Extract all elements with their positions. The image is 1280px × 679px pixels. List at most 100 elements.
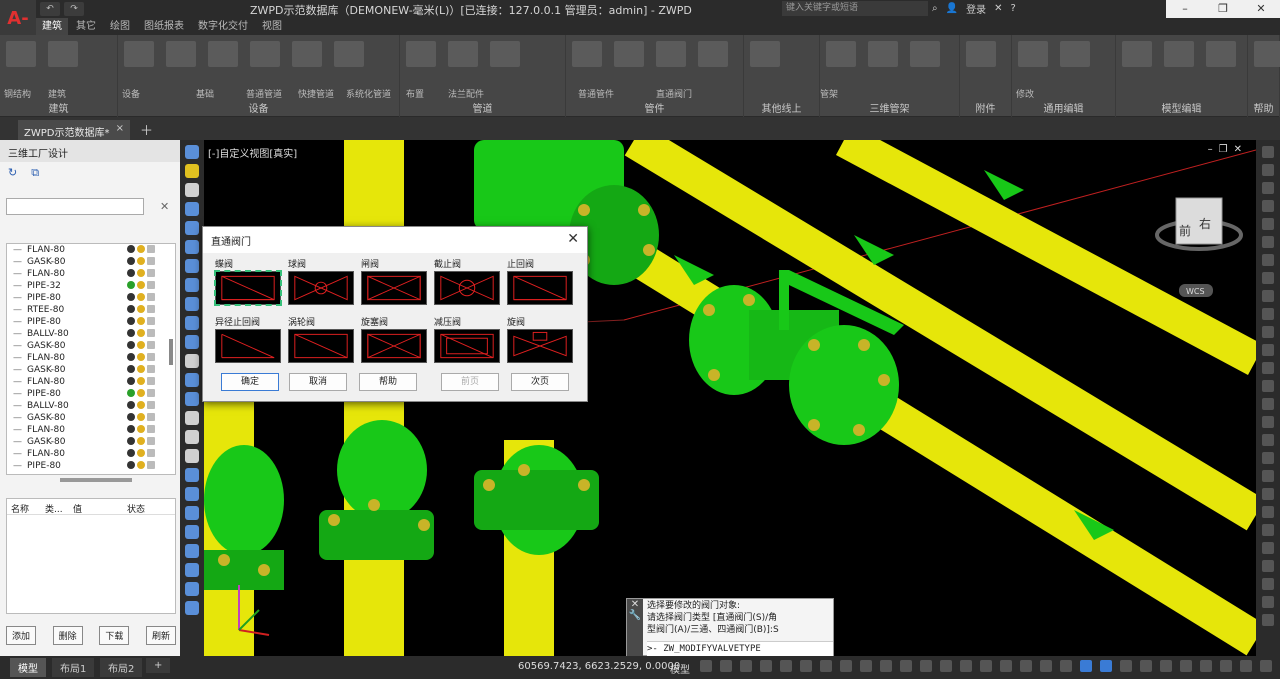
- lightbulb-icon[interactable]: [137, 281, 145, 289]
- lightbulb-icon[interactable]: [137, 437, 145, 445]
- tool-icon[interactable]: [185, 582, 199, 596]
- status-toggle-icon[interactable]: [1200, 660, 1212, 672]
- lightbulb-icon[interactable]: [137, 341, 145, 349]
- lock-icon[interactable]: [147, 281, 155, 289]
- visibility-icon[interactable]: [127, 353, 135, 361]
- status-toggle-icon[interactable]: [960, 660, 972, 672]
- visibility-icon[interactable]: [127, 305, 135, 313]
- ribbon-tool-icon[interactable]: [614, 41, 644, 67]
- tab-model[interactable]: 模型: [10, 658, 46, 677]
- user-icon[interactable]: 👤: [946, 3, 958, 14]
- valve-option[interactable]: 减压阀: [434, 317, 500, 365]
- download-button[interactable]: 下载: [99, 626, 130, 645]
- help-button[interactable]: 帮助: [359, 373, 417, 391]
- ribbon-button-label[interactable]: 修改: [1016, 87, 1034, 100]
- tree-item[interactable]: — PIPE-80: [7, 316, 175, 328]
- tool-icon[interactable]: [1262, 254, 1274, 266]
- delete-button[interactable]: 删除: [52, 626, 83, 645]
- tool-icon[interactable]: [1262, 434, 1274, 446]
- ribbon-tab[interactable]: 数字化交付: [192, 18, 254, 35]
- ribbon-tool-icon[interactable]: [292, 41, 322, 67]
- tool-icon[interactable]: [185, 601, 199, 615]
- tree-item[interactable]: — RTEE-80: [7, 304, 175, 316]
- ribbon-tool-icon[interactable]: [1122, 41, 1152, 67]
- undo-icon[interactable]: ↶: [40, 2, 60, 16]
- tool-icon[interactable]: [1262, 416, 1274, 428]
- tool-icon[interactable]: [185, 221, 199, 235]
- visibility-icon[interactable]: [127, 437, 135, 445]
- lightbulb-icon[interactable]: [137, 269, 145, 277]
- tree-item[interactable]: — FLAN-80: [7, 352, 175, 364]
- status-toggle-icon[interactable]: [980, 660, 992, 672]
- visibility-icon[interactable]: [127, 425, 135, 433]
- ribbon-tool-icon[interactable]: [250, 41, 280, 67]
- ribbon-button-label[interactable]: 系统化管道: [346, 87, 391, 100]
- filter-input[interactable]: [6, 198, 144, 215]
- ribbon-tool-icon[interactable]: [826, 41, 856, 67]
- ribbon-tool-icon[interactable]: [166, 41, 196, 67]
- filter-icon[interactable]: ⧉: [31, 166, 39, 180]
- lightbulb-icon[interactable]: [137, 353, 145, 361]
- visibility-icon[interactable]: [127, 401, 135, 409]
- lock-icon[interactable]: [147, 425, 155, 433]
- tool-icon[interactable]: [185, 525, 199, 539]
- tree-item[interactable]: — FLAN-80: [7, 268, 175, 280]
- status-toggle-icon[interactable]: [1260, 660, 1272, 672]
- lock-icon[interactable]: [147, 257, 155, 265]
- login-link[interactable]: 登录: [966, 1, 986, 16]
- tool-icon[interactable]: [185, 202, 199, 216]
- clear-filter-icon[interactable]: ✕: [160, 200, 169, 213]
- minimize-icon[interactable]: –: [1166, 0, 1204, 18]
- tree-item[interactable]: — FLAN-80: [7, 376, 175, 388]
- document-tab[interactable]: ZWPD示范数据库* ×: [18, 120, 130, 140]
- lock-icon[interactable]: [147, 293, 155, 301]
- exchange-icon[interactable]: ✕: [994, 3, 1002, 14]
- lock-icon[interactable]: [147, 341, 155, 349]
- status-toggle-icon[interactable]: [1060, 660, 1072, 672]
- ribbon-button-label[interactable]: 设备: [122, 87, 140, 100]
- valve-option[interactable]: 截止阀: [434, 259, 500, 307]
- close-icon[interactable]: ✕: [1242, 0, 1280, 18]
- viewport-controls[interactable]: –❐✕: [1208, 144, 1248, 155]
- search-input[interactable]: 键入关键字或短语: [782, 1, 928, 16]
- tool-icon[interactable]: [185, 544, 199, 558]
- tree-item[interactable]: — FLAN-80: [7, 244, 175, 256]
- visibility-icon[interactable]: [127, 329, 135, 337]
- lightbulb-icon[interactable]: [137, 365, 145, 373]
- tool-icon[interactable]: [185, 468, 199, 482]
- ribbon-tool-icon[interactable]: [1164, 41, 1194, 67]
- lock-icon[interactable]: [147, 449, 155, 457]
- tool-icon[interactable]: [185, 506, 199, 520]
- valve-option[interactable]: 异径止回阀: [215, 317, 281, 365]
- ribbon-tool-icon[interactable]: [124, 41, 154, 67]
- redo-icon[interactable]: ↷: [64, 2, 84, 16]
- ribbon-tab[interactable]: 视图: [256, 18, 288, 35]
- status-toggle-icon[interactable]: [820, 660, 832, 672]
- lock-icon[interactable]: [147, 365, 155, 373]
- visibility-icon[interactable]: [127, 365, 135, 373]
- lightbulb-icon[interactable]: [137, 257, 145, 265]
- tool-icon[interactable]: [185, 240, 199, 254]
- valve-option[interactable]: 止回阀: [507, 259, 573, 307]
- status-toggle-icon[interactable]: [800, 660, 812, 672]
- ribbon-tool-icon[interactable]: [966, 41, 996, 67]
- tool-icon[interactable]: [1262, 164, 1274, 176]
- tool-icon[interactable]: [185, 278, 199, 292]
- ribbon-tab[interactable]: 绘图: [104, 18, 136, 35]
- ribbon-button-label[interactable]: 基础: [196, 87, 214, 100]
- status-toggle-icon[interactable]: [920, 660, 932, 672]
- visibility-icon[interactable]: [127, 449, 135, 457]
- status-toggle-icon[interactable]: [1140, 660, 1152, 672]
- ribbon-tool-icon[interactable]: [490, 41, 520, 67]
- ribbon-tab[interactable]: 其它: [70, 18, 102, 35]
- tool-icon[interactable]: [185, 164, 199, 178]
- tree-item[interactable]: — PIPE-80: [7, 292, 175, 304]
- ok-button[interactable]: 确定: [221, 373, 279, 391]
- viewport-label[interactable]: [-]自定义视图[真实]: [208, 145, 297, 160]
- ribbon-tab[interactable]: 图纸报表: [138, 18, 190, 35]
- ribbon-tool-icon[interactable]: [868, 41, 898, 67]
- view-cube-front-face[interactable]: 前: [1179, 223, 1191, 238]
- visibility-icon[interactable]: [127, 317, 135, 325]
- tool-icon[interactable]: [185, 430, 199, 444]
- tool-icon[interactable]: [185, 411, 199, 425]
